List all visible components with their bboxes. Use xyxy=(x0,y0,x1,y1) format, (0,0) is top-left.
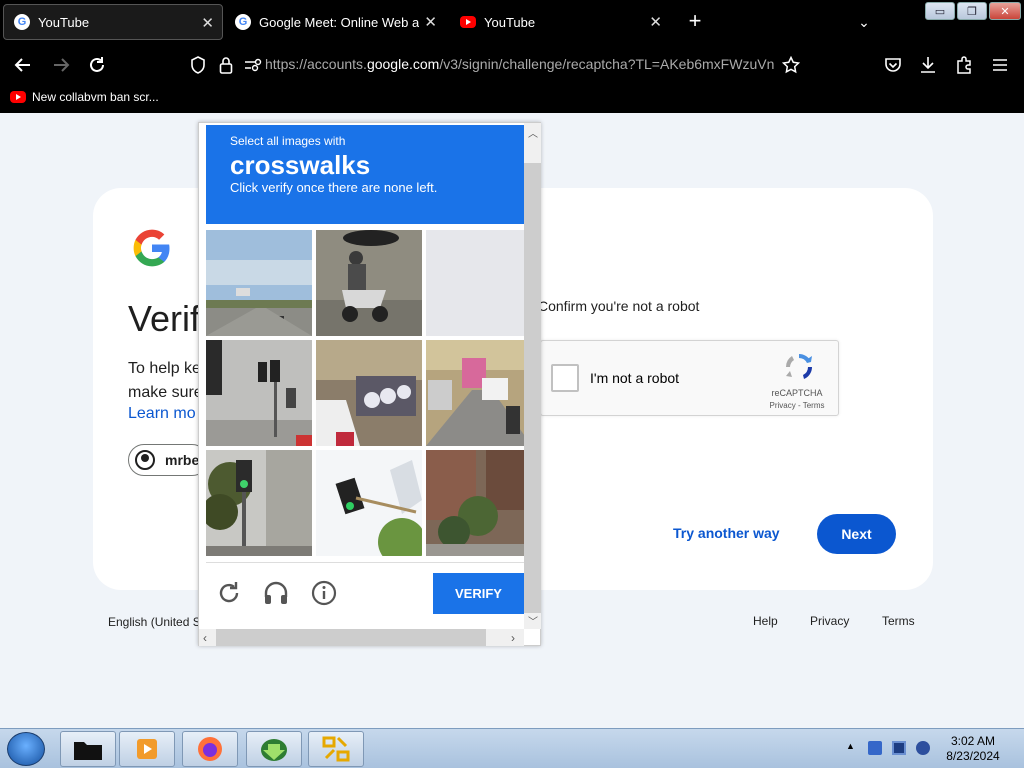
tab-title: Google Meet: Online Web and xyxy=(259,14,419,30)
tab-close-icon[interactable]: ✕ xyxy=(424,13,437,31)
recaptcha-widget: I'm not a robot reCAPTCHA Privacy - Term… xyxy=(540,340,839,416)
url-path: /v3/signin/challenge/recaptcha?TL=AKeb6m… xyxy=(439,56,775,72)
recaptcha-label: I'm not a robot xyxy=(590,370,680,386)
audio-headphones-icon[interactable] xyxy=(262,579,290,607)
challenge-tile-parked-scooters-and-car[interactable] xyxy=(316,340,422,446)
help-text: To help ke make sure xyxy=(128,357,208,405)
info-icon[interactable] xyxy=(310,579,338,607)
lock-icon[interactable] xyxy=(217,55,235,75)
youtube-icon xyxy=(460,16,476,28)
challenge-footer-divider xyxy=(206,562,524,563)
clock-time: 3:02 AM xyxy=(950,734,996,748)
extensions-puzzle-icon[interactable] xyxy=(953,54,975,76)
clock-date: 8/23/2024 xyxy=(946,749,1000,763)
taskbar: ▲ 3:02 AM 8/23/2024 xyxy=(0,728,1024,768)
close-window-button[interactable]: ✕ xyxy=(989,2,1021,20)
scrollbar-thumb[interactable] xyxy=(216,629,486,646)
forward-arrow-icon[interactable] xyxy=(50,54,72,76)
bookmark-label: New collabvm ban scr... xyxy=(32,90,159,104)
reload-icon[interactable] xyxy=(215,579,243,607)
tab-google-meet[interactable]: G Google Meet: Online Web and ✕ xyxy=(225,4,445,40)
downloads-icon[interactable] xyxy=(917,54,939,76)
google-g-icon: G xyxy=(14,14,30,30)
taskbar-download-manager-icon[interactable] xyxy=(246,731,302,767)
tray-network-icon[interactable] xyxy=(868,741,882,755)
tab-title: YouTube xyxy=(38,14,90,30)
tab-title: YouTube xyxy=(484,14,536,30)
pocket-icon[interactable] xyxy=(882,54,904,76)
recaptcha-checkbox[interactable] xyxy=(551,364,579,392)
language-selector[interactable]: English (United S xyxy=(108,615,198,629)
challenge-tile-highway-with-sky[interactable] xyxy=(206,230,312,336)
bookmark-star-icon[interactable] xyxy=(780,54,802,76)
challenge-tile-buildings-with-trees[interactable] xyxy=(426,450,532,556)
footer-privacy-link[interactable]: Privacy xyxy=(810,614,849,628)
recaptcha-logo-icon xyxy=(785,354,812,379)
browser-chrome: G YouTube ✕ G Google Meet: Online Web an… xyxy=(0,0,1024,113)
challenge-instruction: Select all images with xyxy=(230,134,346,148)
challenge-tile-traffic-lights-against-building[interactable] xyxy=(206,340,312,446)
challenge-header: Select all images with crosswalks Click … xyxy=(206,125,524,224)
challenge-subinstruction: Click verify once there are none left. xyxy=(230,180,438,195)
google-g-icon: G xyxy=(235,14,251,30)
recaptcha-challenge-popup: Select all images with crosswalks Click … xyxy=(198,122,541,646)
hamburger-menu-icon[interactable] xyxy=(989,54,1011,76)
start-button-windows-icon[interactable] xyxy=(7,732,45,766)
challenge-keyword: crosswalks xyxy=(230,150,371,180)
tab-close-icon[interactable]: ✕ xyxy=(649,13,662,31)
challenge-tile-blank-grey[interactable] xyxy=(426,230,532,336)
scrollbar-thumb[interactable] xyxy=(524,163,541,613)
url-host: google.com xyxy=(366,56,440,72)
new-tab-plus-icon[interactable]: + xyxy=(684,8,706,33)
challenge-tile-traffic-light-near-trees[interactable] xyxy=(206,450,312,556)
youtube-icon xyxy=(10,91,26,103)
scroll-down-icon[interactable]: ﹀ xyxy=(528,613,538,628)
challenge-tile-motorcyclist-on-street[interactable] xyxy=(316,230,422,336)
back-arrow-icon[interactable] xyxy=(12,54,34,76)
scroll-up-icon[interactable]: ︿ xyxy=(528,125,538,140)
scroll-left-icon[interactable]: ‹ xyxy=(203,631,207,645)
maximize-button[interactable]: ❐ xyxy=(957,2,987,20)
account-avatar-icon xyxy=(135,450,155,470)
recaptcha-brand: reCAPTCHA xyxy=(771,388,823,398)
taskbar-firefox-icon[interactable] xyxy=(182,731,238,767)
reload-icon[interactable] xyxy=(86,54,108,76)
tracking-shield-icon[interactable] xyxy=(189,55,207,75)
tab-close-icon[interactable]: ✕ xyxy=(201,14,214,32)
tab-youtube-active[interactable]: G YouTube ✕ xyxy=(3,4,223,40)
help-text-line: To help ke xyxy=(128,360,201,377)
recaptcha-links[interactable]: Privacy - Terms xyxy=(757,401,837,410)
minimize-button[interactable]: ▭ xyxy=(925,2,955,20)
challenge-tile-street-with-pink-bus[interactable] xyxy=(426,340,532,446)
horizontal-scrollbar[interactable]: ‹ › xyxy=(199,629,524,646)
account-chip[interactable]: mrbe xyxy=(128,444,208,476)
taskbar-clock[interactable]: 3:02 AM 8/23/2024 xyxy=(940,734,1006,764)
url-prefix: https://accounts. xyxy=(265,56,367,72)
tray-display-icon[interactable] xyxy=(892,741,906,755)
tab-youtube[interactable]: YouTube ✕ xyxy=(450,4,670,40)
permissions-icon[interactable] xyxy=(244,55,262,75)
bookmark-item[interactable]: New collabvm ban scr... xyxy=(10,90,159,104)
confirm-robot-label: Confirm you're not a robot xyxy=(538,298,700,314)
google-g-logo-icon xyxy=(133,229,170,267)
learn-more-link[interactable]: Learn mo xyxy=(128,405,196,423)
help-text-line: make sure xyxy=(128,384,203,401)
footer-terms-link[interactable]: Terms xyxy=(882,614,915,628)
show-hidden-icons-icon[interactable]: ▲ xyxy=(846,741,860,755)
taskbar-folder-icon[interactable] xyxy=(60,731,116,767)
try-another-way-link[interactable]: Try another way xyxy=(673,525,780,541)
tab-list-chevron-down-icon[interactable]: ⌄ xyxy=(853,12,875,32)
challenge-tile-traffic-light-on-pole-sky[interactable] xyxy=(316,450,422,556)
tray-volume-icon[interactable] xyxy=(916,741,930,755)
taskbar-media-player-icon[interactable] xyxy=(119,731,175,767)
url-bar[interactable]: https://accounts. google.com/v3/signin/ch… xyxy=(265,52,775,76)
next-button[interactable]: Next xyxy=(817,514,896,554)
page-title: Verif xyxy=(128,298,201,339)
account-name: mrbe xyxy=(165,452,200,468)
footer-help-link[interactable]: Help xyxy=(753,614,778,628)
vertical-scrollbar[interactable]: ︿ ﹀ xyxy=(524,123,541,629)
verify-button[interactable]: VERIFY xyxy=(433,573,524,614)
scroll-right-icon[interactable]: › xyxy=(511,631,515,645)
taskbar-file-manager-icon[interactable] xyxy=(308,731,364,767)
